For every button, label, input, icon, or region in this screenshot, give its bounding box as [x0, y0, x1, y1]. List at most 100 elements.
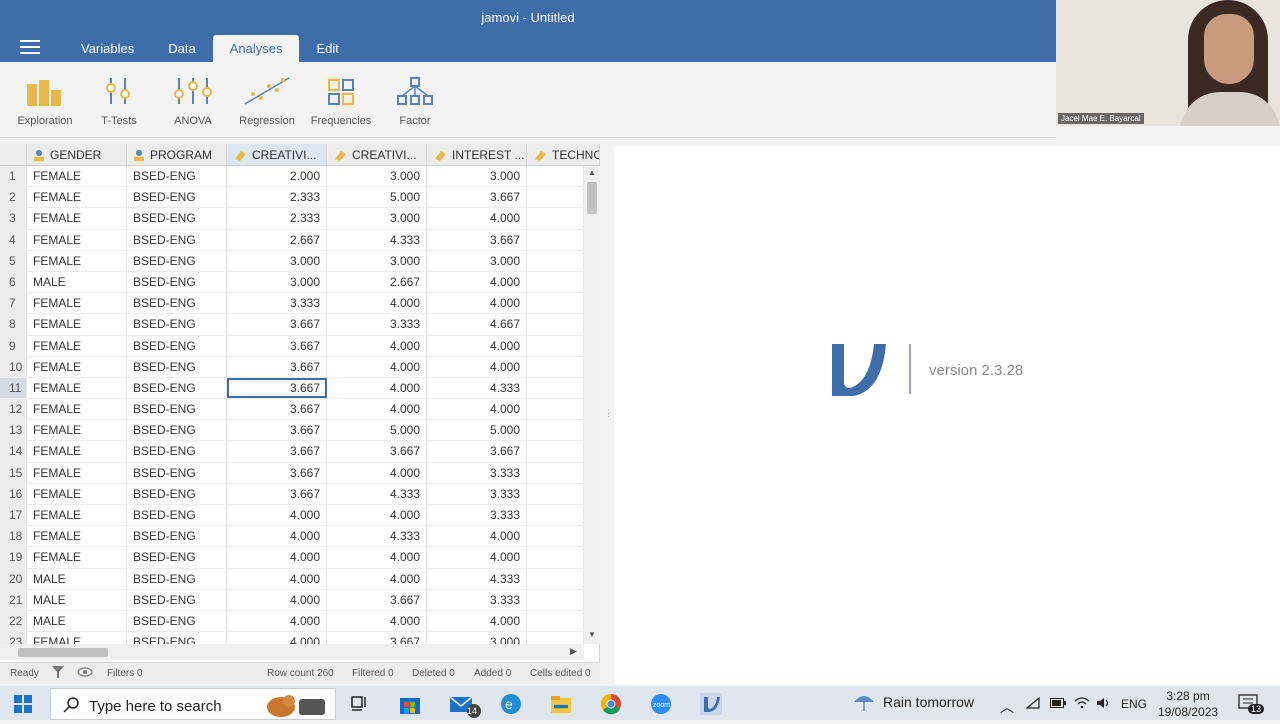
- column-header-creativity-2[interactable]: CREATIVI...: [327, 144, 427, 165]
- scroll-up-icon[interactable]: ▲: [588, 168, 596, 177]
- cell-creativity-1[interactable]: 4.000: [227, 589, 327, 610]
- windows-start-icon[interactable]: [14, 695, 32, 718]
- cell-creativity-2[interactable]: 3.000: [327, 250, 427, 271]
- system-clock[interactable]: 3:28 pm 19/08/2023: [1158, 688, 1218, 720]
- cell-creativity-1[interactable]: 2.333: [227, 208, 327, 229]
- cell-program[interactable]: BSED-ENG: [127, 589, 227, 610]
- cell-creativity-2[interactable]: 3.333: [327, 314, 427, 335]
- cell-interest[interactable]: 5.000: [427, 420, 527, 441]
- cell-interest[interactable]: 4.000: [427, 208, 527, 229]
- hamburger-menu-icon[interactable]: [20, 40, 40, 56]
- cell-program[interactable]: BSED-ENG: [127, 505, 227, 526]
- row-number[interactable]: 2: [0, 187, 27, 208]
- cell-technology[interactable]: [527, 632, 584, 644]
- cell-technology[interactable]: [527, 356, 584, 377]
- scroll-right-icon[interactable]: ▶: [570, 646, 577, 657]
- row-number[interactable]: 14: [0, 441, 27, 462]
- cell-program[interactable]: BSED-ENG: [127, 568, 227, 589]
- cell-creativity-1[interactable]: 2.333: [227, 187, 327, 208]
- cell-gender[interactable]: FEMALE: [27, 356, 127, 377]
- cell-technology[interactable]: [527, 547, 584, 568]
- cell-creativity-1[interactable]: 3.333: [227, 293, 327, 314]
- cell-technology[interactable]: [527, 250, 584, 271]
- row-number[interactable]: 8: [0, 314, 27, 335]
- cell-interest[interactable]: 4.333: [427, 568, 527, 589]
- volume-icon[interactable]: [1096, 697, 1112, 712]
- cell-program[interactable]: BSED-ENG: [127, 483, 227, 504]
- cell-interest[interactable]: 3.333: [427, 483, 527, 504]
- tab-variables[interactable]: Variables: [64, 35, 151, 62]
- cell-creativity-1[interactable]: 3.000: [227, 250, 327, 271]
- cell-creativity-1[interactable]: 2.667: [227, 229, 327, 250]
- cell-creativity-1[interactable]: 3.667: [227, 335, 327, 356]
- cell-creativity-2[interactable]: 4.000: [327, 399, 427, 420]
- scroll-down-icon[interactable]: ▼: [588, 630, 596, 639]
- row-number[interactable]: 10: [0, 356, 27, 377]
- filter-icon[interactable]: [52, 666, 64, 682]
- cell-interest[interactable]: 3.333: [427, 462, 527, 483]
- cell-gender[interactable]: FEMALE: [27, 632, 127, 644]
- cell-creativity-1[interactable]: 4.000: [227, 505, 327, 526]
- cell-gender[interactable]: FEMALE: [27, 377, 127, 399]
- cell-program[interactable]: BSED-ENG: [127, 610, 227, 632]
- column-header-interest[interactable]: INTEREST ...: [427, 144, 527, 165]
- cell-creativity-2[interactable]: 3.000: [327, 208, 427, 229]
- edge-browser-icon[interactable]: e: [500, 693, 522, 715]
- row-number[interactable]: 13: [0, 420, 27, 441]
- wifi-icon[interactable]: [1074, 697, 1090, 712]
- cell-technology[interactable]: [527, 483, 584, 504]
- row-number[interactable]: 5: [0, 250, 27, 271]
- taskbar-search-box[interactable]: Type here to search: [50, 688, 336, 720]
- cell-gender[interactable]: FEMALE: [27, 229, 127, 250]
- cell-interest[interactable]: 3.667: [427, 229, 527, 250]
- cell-program[interactable]: BSED-ENG: [127, 187, 227, 208]
- cell-creativity-2[interactable]: 4.333: [327, 483, 427, 504]
- cell-gender[interactable]: MALE: [27, 610, 127, 632]
- cell-interest[interactable]: 3.000: [427, 166, 527, 187]
- cell-technology[interactable]: [527, 166, 584, 187]
- weather-umbrella-icon[interactable]: [852, 692, 876, 719]
- anova-button[interactable]: ANOVA: [156, 62, 230, 137]
- cell-interest[interactable]: 4.000: [427, 271, 527, 293]
- panel-splitter-handle[interactable]: ⋮: [604, 408, 613, 419]
- cell-gender[interactable]: FEMALE: [27, 187, 127, 208]
- cell-creativity-2[interactable]: 3.667: [327, 632, 427, 644]
- cell-creativity-1[interactable]: 3.667: [227, 441, 327, 462]
- cell-creativity-1[interactable]: 4.000: [227, 526, 327, 547]
- row-number[interactable]: 3: [0, 208, 27, 229]
- cell-creativity-2[interactable]: 4.000: [327, 356, 427, 377]
- cell-creativity-2[interactable]: 4.000: [327, 547, 427, 568]
- cell-technology[interactable]: [527, 293, 584, 314]
- cell-technology[interactable]: [527, 610, 584, 632]
- cell-interest[interactable]: 4.000: [427, 526, 527, 547]
- tab-edit[interactable]: Edit: [299, 35, 355, 62]
- notification-center-icon[interactable]: 13: [1238, 694, 1265, 717]
- cell-interest[interactable]: 3.333: [427, 505, 527, 526]
- microsoft-store-icon[interactable]: [399, 693, 421, 715]
- cell-creativity-1[interactable]: 3.667: [227, 483, 327, 504]
- row-number[interactable]: 23: [0, 632, 27, 644]
- cell-interest[interactable]: 3.667: [427, 441, 527, 462]
- network-icon[interactable]: [1025, 696, 1040, 712]
- row-number[interactable]: 22: [0, 610, 27, 632]
- column-header-gender[interactable]: GENDER: [27, 144, 127, 165]
- cell-program[interactable]: BSED-ENG: [127, 314, 227, 335]
- cell-creativity-2[interactable]: 3.000: [327, 166, 427, 187]
- row-number[interactable]: 11: [0, 377, 27, 399]
- tab-data[interactable]: Data: [151, 35, 212, 62]
- t-tests-button[interactable]: T-Tests: [82, 62, 156, 137]
- cell-creativity-2[interactable]: 3.667: [327, 441, 427, 462]
- cell-gender[interactable]: FEMALE: [27, 505, 127, 526]
- cell-technology[interactable]: [527, 568, 584, 589]
- cell-technology[interactable]: [527, 229, 584, 250]
- cell-creativity-2[interactable]: 3.667: [327, 589, 427, 610]
- frequencies-button[interactable]: Frequencies: [304, 62, 378, 137]
- cell-gender[interactable]: FEMALE: [27, 314, 127, 335]
- cell-program[interactable]: BSED-ENG: [127, 356, 227, 377]
- cell-interest[interactable]: 4.000: [427, 610, 527, 632]
- row-number[interactable]: 17: [0, 505, 27, 526]
- cell-interest[interactable]: 3.667: [427, 187, 527, 208]
- cell-technology[interactable]: [527, 271, 584, 293]
- cell-technology[interactable]: [527, 505, 584, 526]
- cell-gender[interactable]: FEMALE: [27, 335, 127, 356]
